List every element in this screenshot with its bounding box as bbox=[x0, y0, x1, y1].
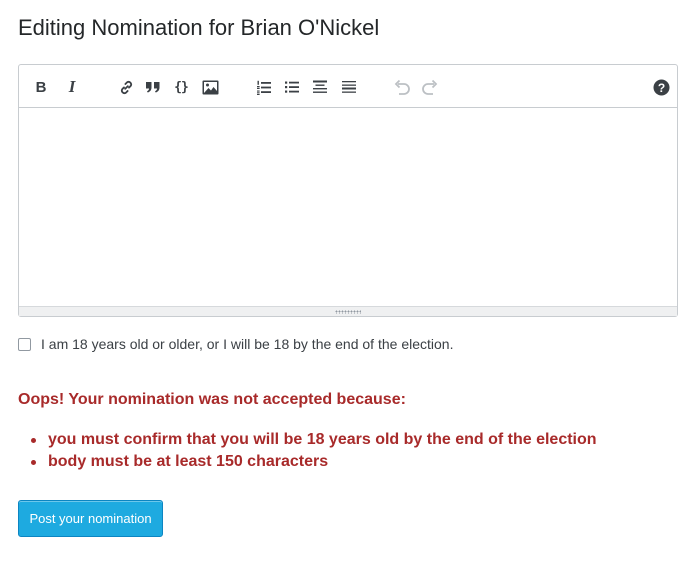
grip-dots-icon bbox=[335, 309, 361, 314]
bold-icon: B bbox=[35, 78, 47, 96]
code-icon: {} bbox=[174, 79, 189, 95]
resize-grip[interactable] bbox=[19, 306, 677, 316]
bullet-icon bbox=[31, 437, 36, 443]
italic-button[interactable]: I bbox=[61, 76, 83, 98]
link-icon bbox=[120, 80, 132, 94]
page-title: Editing Nomination for Brian O'Nickel bbox=[18, 15, 380, 40]
redo-icon bbox=[422, 79, 438, 95]
ordered-list-icon bbox=[257, 80, 271, 95]
age-confirmation-row: I am 18 years old or older, or I will be… bbox=[18, 336, 453, 352]
horizontal-rule-icon bbox=[342, 81, 356, 93]
code-button[interactable]: {} bbox=[170, 76, 192, 98]
bold-button[interactable]: B bbox=[30, 76, 52, 98]
italic-icon: I bbox=[68, 77, 76, 96]
age-confirmation-label[interactable]: I am 18 years old or older, or I will be… bbox=[41, 336, 453, 352]
link-button[interactable] bbox=[115, 76, 137, 98]
post-nomination-button[interactable]: Post your nomination bbox=[18, 500, 163, 537]
help-icon: ? bbox=[653, 79, 669, 95]
heading-icon bbox=[313, 80, 327, 93]
nomination-body-input[interactable] bbox=[19, 108, 677, 307]
horizontal-rule-button[interactable] bbox=[338, 76, 360, 98]
editor-toolbar: B I {} ? bbox=[19, 65, 677, 108]
error-item: you must confirm that you will be 18 yea… bbox=[18, 429, 597, 451]
undo-button[interactable] bbox=[391, 76, 413, 98]
heading-button[interactable] bbox=[309, 76, 331, 98]
image-button[interactable] bbox=[199, 76, 221, 98]
bullet-icon bbox=[31, 459, 36, 465]
ordered-list-button[interactable] bbox=[253, 76, 275, 98]
error-text: you must confirm that you will be 18 yea… bbox=[48, 431, 597, 448]
redo-button[interactable] bbox=[419, 76, 441, 98]
markdown-editor: B I {} ? bbox=[18, 64, 678, 317]
undo-icon bbox=[394, 79, 410, 95]
blockquote-button[interactable] bbox=[142, 76, 164, 98]
error-heading: Oops! Your nomination was not accepted b… bbox=[18, 391, 406, 408]
blockquote-icon bbox=[146, 82, 160, 93]
help-button[interactable]: ? bbox=[650, 76, 672, 98]
bulleted-list-icon bbox=[285, 81, 299, 93]
image-icon bbox=[202, 80, 218, 94]
help-glyph: ? bbox=[657, 81, 664, 95]
error-text: body must be at least 150 characters bbox=[48, 453, 329, 470]
bulleted-list-button[interactable] bbox=[281, 76, 303, 98]
error-item: body must be at least 150 characters bbox=[18, 451, 597, 473]
error-list: you must confirm that you will be 18 yea… bbox=[18, 429, 597, 473]
age-confirmation-checkbox[interactable] bbox=[18, 337, 31, 351]
